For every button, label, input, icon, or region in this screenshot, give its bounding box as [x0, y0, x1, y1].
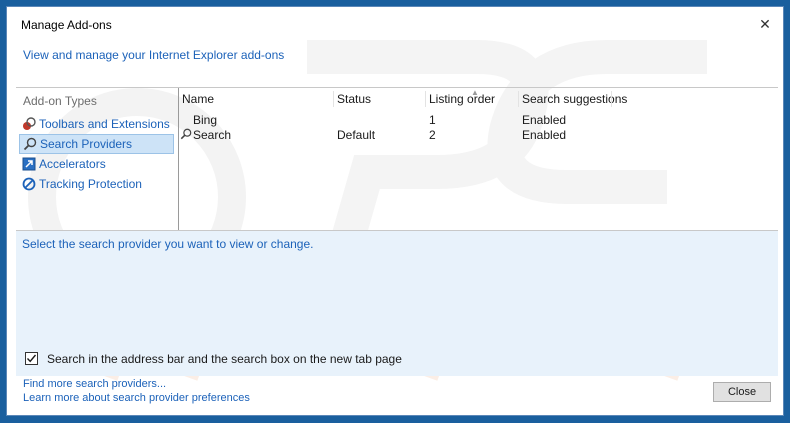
provider-order: 2 [429, 128, 436, 142]
learn-more-preferences-link[interactable]: Learn more about search provider prefere… [23, 392, 250, 404]
nav-item-search-providers[interactable]: Search Providers [19, 134, 174, 154]
table-row[interactable]: Bing 1 Enabled [179, 113, 778, 128]
accelerators-icon [22, 157, 36, 171]
search-icon [180, 128, 192, 140]
table-row[interactable]: Search Default 2 Enabled [179, 128, 778, 143]
provider-name: Bing [193, 113, 218, 127]
manage-addons-window: Manage Add-ons ✕ View and manage your In… [6, 6, 784, 416]
address-bar-search-checkbox[interactable] [25, 352, 38, 365]
address-bar-search-label[interactable]: Search in the address bar and the search… [47, 352, 402, 366]
nav-item-accelerators[interactable]: Accelerators [19, 154, 174, 174]
details-prompt: Select the search provider you want to v… [22, 237, 314, 251]
close-button[interactable]: Close [713, 382, 771, 402]
column-header-listing-order[interactable]: Listing order [429, 92, 495, 106]
column-divider [333, 91, 334, 107]
provider-order: 1 [429, 113, 436, 127]
search-providers-icon [23, 137, 37, 151]
toolbars-extensions-icon [23, 117, 36, 130]
nav-item-tracking-protection[interactable]: Tracking Protection [19, 174, 174, 194]
manage-addons-link[interactable]: View and manage your Internet Explorer a… [23, 48, 284, 62]
nav-item-toolbars-extensions[interactable]: Toolbars and Extensions [19, 114, 174, 134]
column-divider [425, 91, 426, 107]
provider-suggestions: Enabled [522, 113, 567, 127]
details-pane: Select the search provider you want to v… [16, 230, 778, 376]
column-header-name[interactable]: Name [182, 92, 214, 106]
nav-item-label: Tracking Protection [39, 177, 142, 191]
addon-types-pane: Add-on Types Toolbars and Extensions Sea… [16, 88, 179, 230]
column-divider [611, 91, 612, 107]
window-title: Manage Add-ons [21, 18, 112, 32]
nav-item-label: Toolbars and Extensions [39, 117, 170, 131]
nav-item-label: Search Providers [40, 137, 133, 151]
column-header-status[interactable]: Status [337, 92, 371, 106]
tracking-protection-icon [22, 177, 36, 191]
find-more-providers-link[interactable]: Find more search providers... [23, 378, 166, 390]
column-divider [518, 91, 519, 107]
close-window-icon[interactable]: ✕ [753, 13, 777, 35]
title-bar: Manage Add-ons ✕ [7, 7, 783, 41]
provider-name: Search [193, 128, 232, 142]
checkmark-icon [26, 354, 37, 363]
provider-suggestions: Enabled [522, 128, 567, 142]
addon-types-heading: Add-on Types [23, 94, 97, 108]
nav-item-label: Accelerators [39, 157, 106, 171]
provider-list: Name Status ▲ Listing order Search sugge… [179, 88, 778, 230]
provider-status: Default [337, 128, 376, 142]
